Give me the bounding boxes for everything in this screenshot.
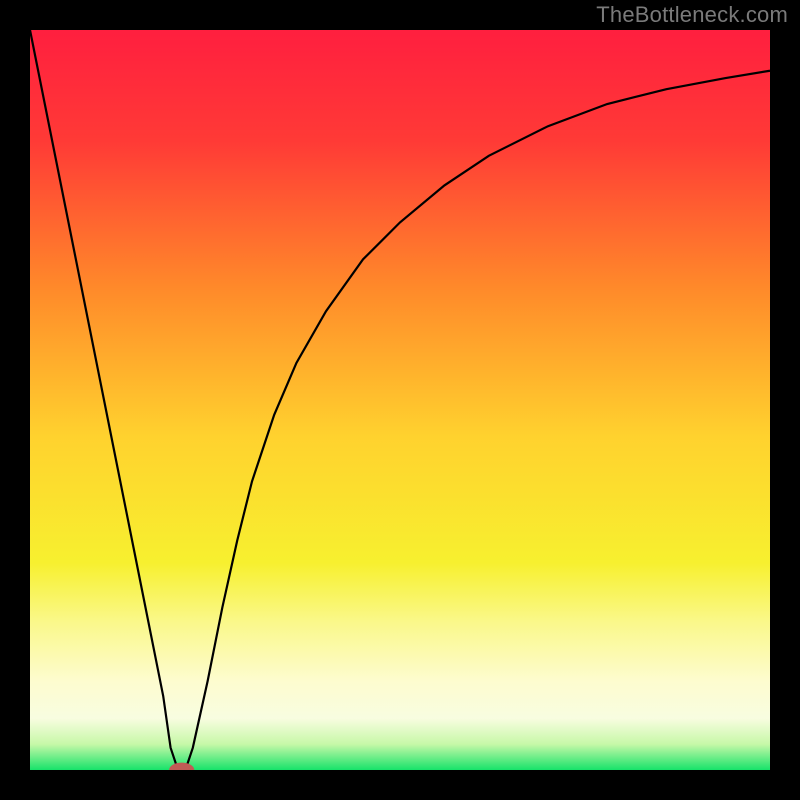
gradient-background <box>30 30 770 770</box>
watermark-text: TheBottleneck.com <box>596 2 788 28</box>
plot-area <box>30 30 770 770</box>
chart-frame: TheBottleneck.com <box>0 0 800 800</box>
chart-svg <box>30 30 770 770</box>
